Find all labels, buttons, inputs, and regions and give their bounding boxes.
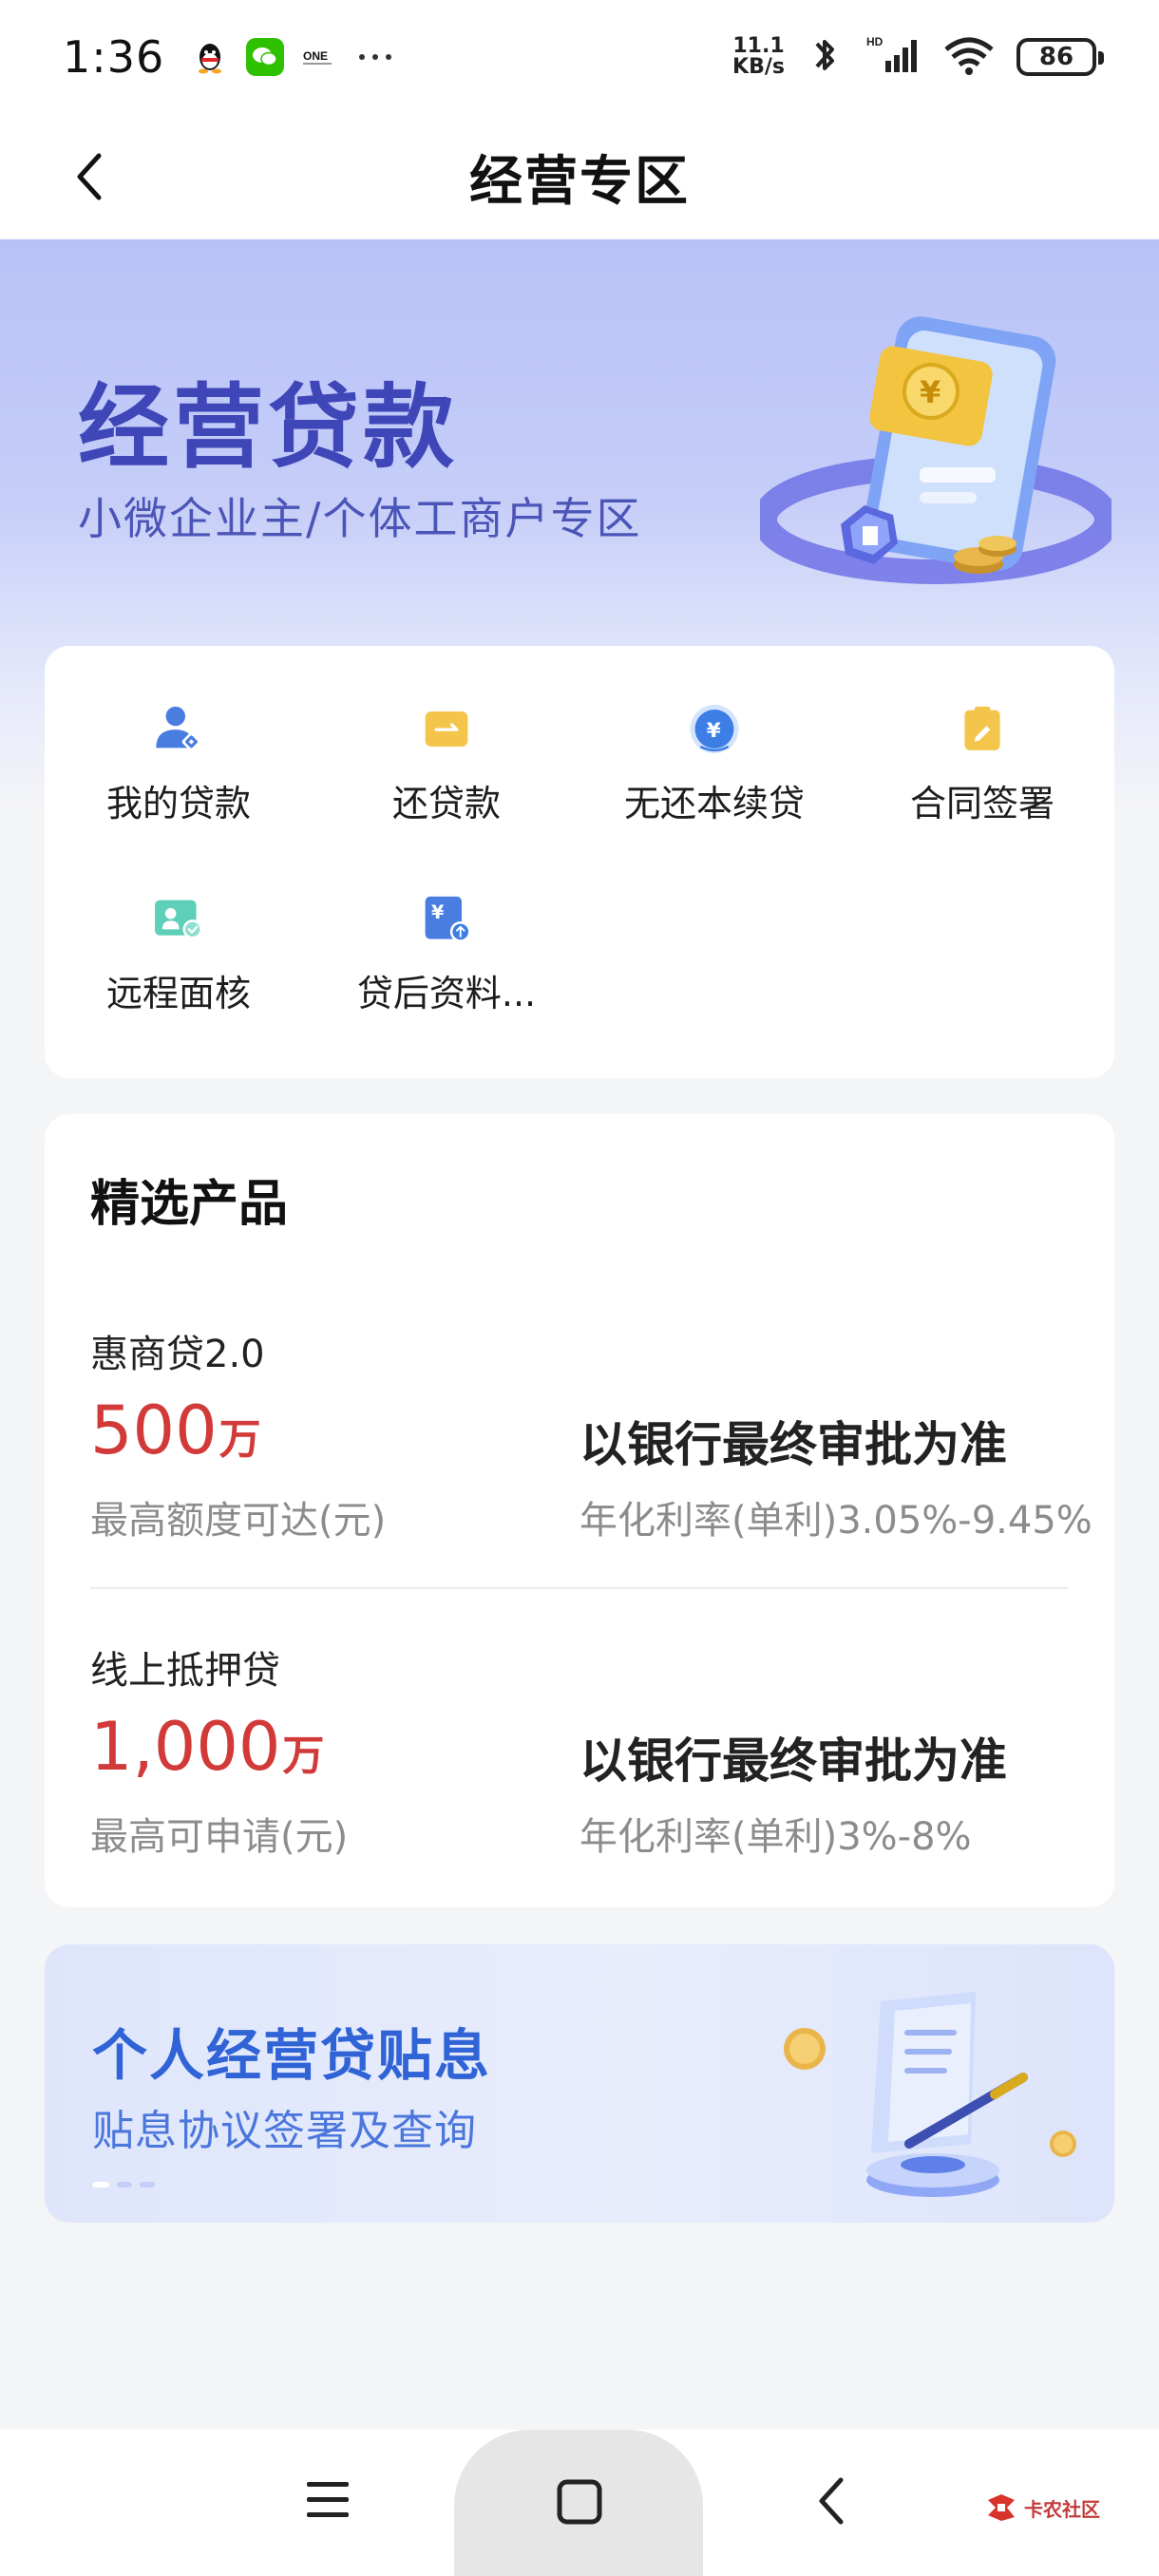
qq-icon [191,38,229,76]
home-button[interactable] [549,2472,610,2532]
net-speed-value: 11.1 [732,34,785,58]
back-button[interactable] [57,144,122,209]
contract-sign-icon [964,706,1000,750]
subsidy-banner[interactable]: 个人经营贷贴息 贴息协议签署及查询 [45,1944,1114,2223]
menu-button[interactable] [299,2472,356,2529]
kanong-logo-icon [988,2494,1015,2521]
service-renewal[interactable]: ¥ 无还本续贷 [580,646,848,826]
upload-doc-icon: ¥ [425,896,471,942]
product-name: 惠商贷2.0 [90,1333,265,1376]
rate-text: 年化利率(单利)3.05%-9.45% [580,1499,1092,1543]
signal-icon: HD [864,34,922,80]
watermark-logo: 卡农社区 [984,2487,1108,2529]
watermark-text: 卡农社区 [1024,2497,1100,2521]
service-my-loans[interactable]: 我的贷款 [45,646,313,826]
svg-text:¥: ¥ [431,901,445,923]
net-speed-unit: KB/s [732,55,785,79]
service-repay[interactable]: 还贷款 [313,646,580,826]
service-post-loan-docs[interactable]: ¥ 贷后资料... [313,836,580,1016]
pagination-dot [117,2182,132,2188]
svg-text:¥: ¥ [707,719,721,743]
chevron-left-icon [77,153,102,200]
page-title: 经营专区 [469,150,690,213]
page: 1:36 ONE 11.1 KB/s HD 86 经营专区 经营贷款 小微企业主… [0,0,1159,2576]
service-label: 远程面核 [105,973,251,1014]
repay-arrow-icon [425,710,468,748]
product-item-huishangdai[interactable]: 惠商贷2.0 500 万 最高额度可达(元) 以银行最终审批为准 年化利率(单利… [90,1323,1092,1637]
svg-text:HD: HD [866,35,884,48]
service-label: 我的贷款 [105,783,251,824]
amount-row: 500 万 [90,1392,261,1469]
service-label: 无还本续贷 [623,783,805,824]
net-speed: 11.1 KB/s [732,36,785,78]
product-item-mortgage-loan[interactable]: 线上抵押贷 1,000 万 最高可申请(元) 以银行最终审批为准 年化利率(单利… [90,1639,1069,1953]
svg-text:¥: ¥ [920,374,940,410]
hero-title: 经营贷款 [78,374,458,481]
product-divider [90,1587,1069,1589]
service-contract[interactable]: 合同签署 [848,646,1116,826]
amount-caption: 最高可申请(元) [90,1815,349,1859]
banner-pagination-dots [92,2182,155,2188]
bluetooth-icon [806,32,844,82]
document-pen-illustration [784,1992,1076,2197]
approval-text: 以银行最终审批为准 [580,1733,1007,1789]
battery-indicator: 86 [1016,38,1104,76]
pagination-dot [140,2182,155,2188]
nav-header: 经营专区 [0,114,1159,239]
wifi-icon [942,34,996,80]
rate-text: 年化利率(单利)3%-8% [580,1815,972,1859]
one-icon: ONE [301,38,339,76]
chevron-left-icon [819,2477,844,2525]
wechat-icon [246,38,285,76]
product-name: 线上抵押贷 [90,1649,280,1693]
pagination-dot [92,2182,109,2188]
services-card: 我的贷款 还贷款 ¥ 无还本续贷 合同签署 远程面核 ¥ 贷后资料... [45,646,1114,1078]
service-label: 还贷款 [391,783,501,824]
section-title: 精选产品 [90,1176,289,1233]
amount-value: 1,000 [90,1708,281,1786]
more-dots-icon [356,38,394,76]
status-app-icons: ONE [191,38,394,76]
service-label: 贷后资料... [356,973,537,1014]
yuan-coin-icon: ¥ [690,704,739,754]
service-remote-verify[interactable]: 远程面核 [45,836,313,1016]
system-back-button[interactable] [803,2470,860,2532]
amount-unit: 万 [218,1415,261,1464]
approval-text: 以银行最终审批为准 [580,1417,1007,1472]
amount-value: 500 [90,1392,218,1469]
products-card: 精选产品 惠商贷2.0 500 万 最高额度可达(元) 以银行最终审批为准 年化… [45,1114,1114,1907]
phone-coin-illustration: ¥ [760,316,1112,584]
remote-verify-icon [155,900,202,939]
hero-subtitle: 小微企业主/个体工商户专区 [78,493,642,544]
hamburger-icon [307,2482,349,2517]
status-right: 11.1 KB/s HD 86 [732,32,1104,82]
subsidy-title: 个人经营贷贴息 [92,2023,492,2088]
user-loan-icon [156,706,201,751]
subsidy-subtitle: 贴息协议签署及查询 [92,2107,477,2155]
status-time: 1:36 [63,31,165,83]
svg-text:ONE: ONE [303,49,328,63]
service-label: 合同签署 [909,783,1054,824]
status-bar: 1:36 ONE 11.1 KB/s HD 86 [0,0,1159,114]
amount-caption: 最高额度可达(元) [90,1499,387,1543]
amount-row: 1,000 万 [90,1708,324,1786]
square-home-icon [557,2479,602,2525]
amount-unit: 万 [282,1732,325,1780]
